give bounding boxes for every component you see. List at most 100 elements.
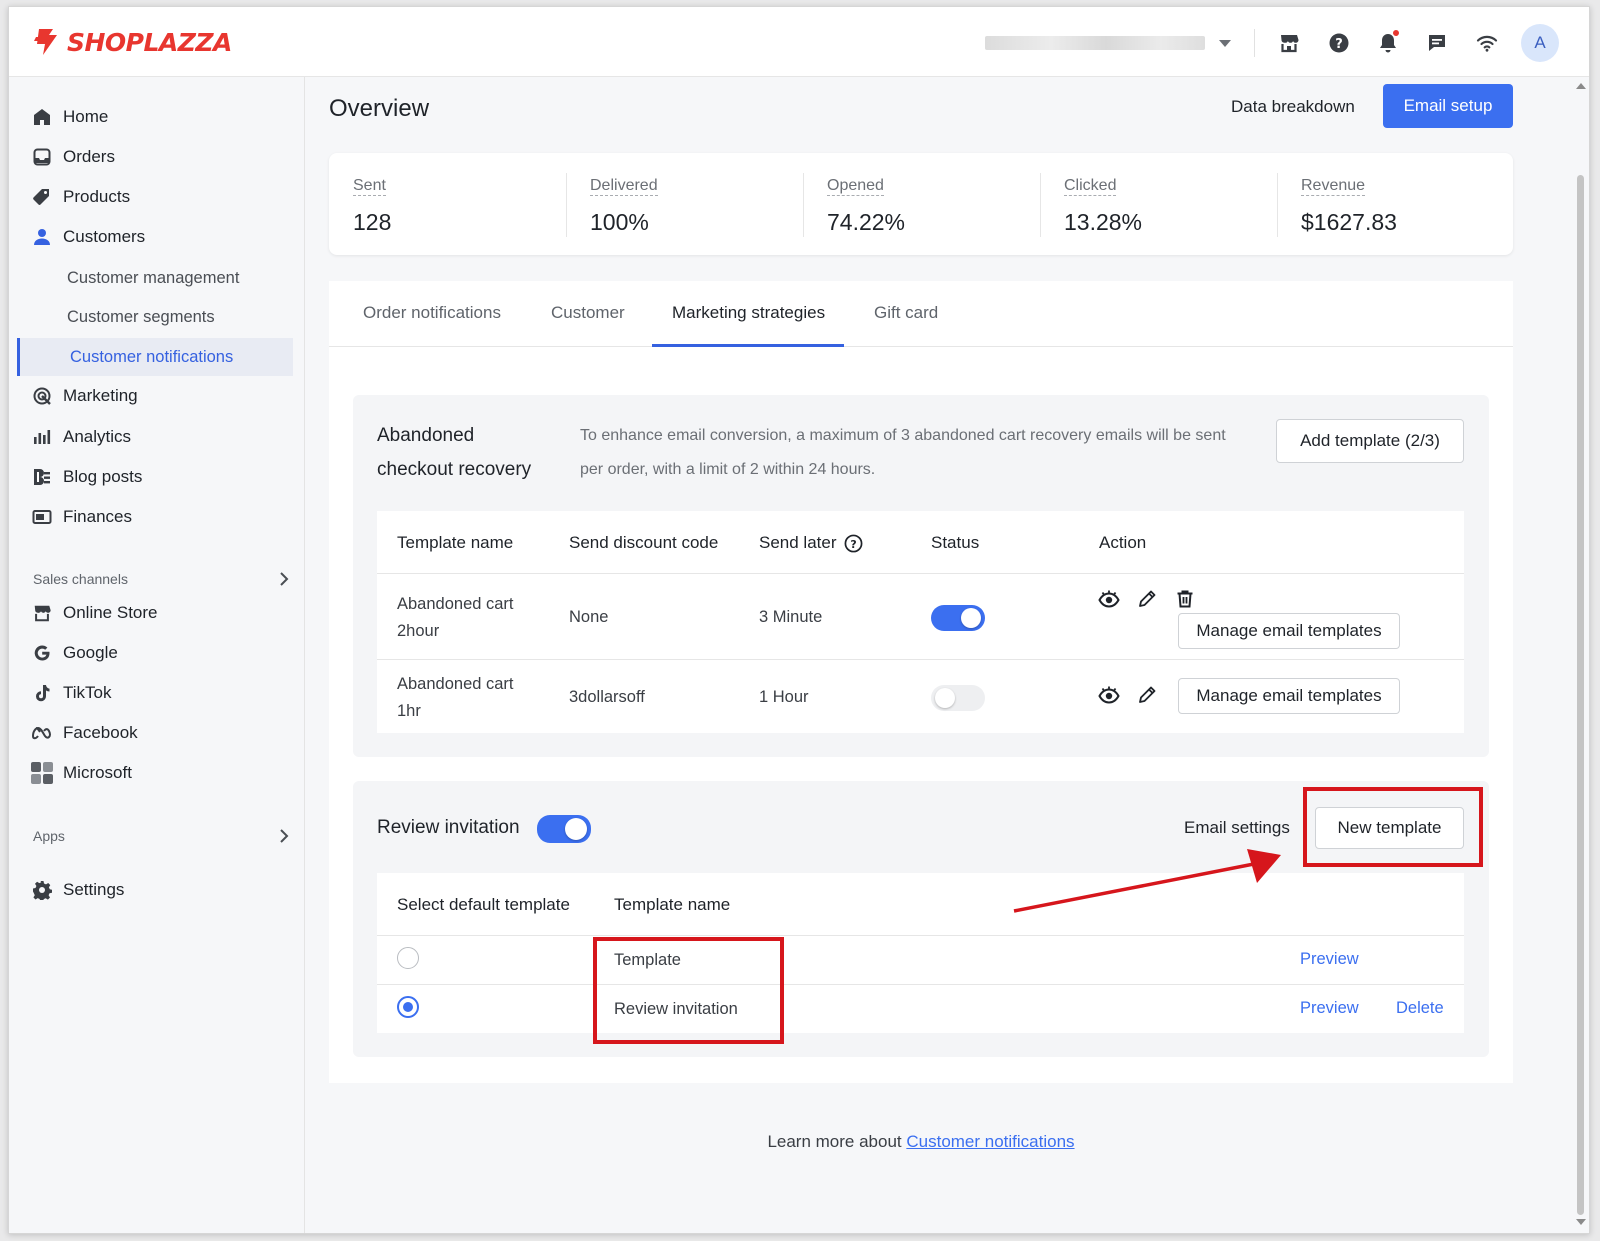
stat-label[interactable]: Delivered [590, 177, 658, 196]
tab-bar: Order notifications Customer Marketing s… [329, 281, 1513, 347]
sidebar-subitem-customer-notifications[interactable]: Customer notifications [17, 338, 293, 376]
sidebar-item-analytics[interactable]: Analytics [31, 419, 289, 455]
sidebar-item-label: Analytics [63, 427, 132, 446]
sidebar-subitem-customer-segments[interactable]: Customer segments [67, 298, 293, 336]
help-circle-icon[interactable]: ? [844, 534, 863, 553]
stat-label[interactable]: Sent [353, 177, 386, 196]
sidebar-item-facebook[interactable]: Facebook [31, 715, 289, 751]
sidebar-subitem-label: Customer notifications [70, 347, 234, 366]
preview-link[interactable]: Preview [1300, 950, 1359, 969]
store-selector[interactable] [985, 33, 1243, 53]
stat-label[interactable]: Clicked [1064, 177, 1117, 196]
shoplazza-logo-icon [34, 29, 57, 55]
column-header: Send discount code [569, 533, 719, 552]
preview-link[interactable]: Preview [1300, 999, 1359, 1018]
row-divider [377, 935, 1464, 936]
wifi-icon[interactable] [1475, 31, 1499, 55]
manage-email-templates-button[interactable]: Manage email templates [1178, 678, 1400, 714]
sidebar-item-marketing[interactable]: Marketing [31, 378, 289, 414]
user-avatar[interactable]: A [1521, 24, 1559, 62]
apps-header[interactable]: Apps [33, 824, 289, 848]
annotation-arrow-icon [1013, 849, 1281, 913]
stat-value: 100% [590, 209, 649, 235]
tab-order-notifications[interactable]: Order notifications [363, 303, 501, 323]
active-tab-indicator [652, 344, 844, 347]
tab-marketing-strategies[interactable]: Marketing strategies [672, 303, 825, 323]
data-breakdown-button[interactable]: Data breakdown [1231, 97, 1355, 117]
tab-gift-card[interactable]: Gift card [874, 303, 938, 323]
sidebar-item-label: Marketing [63, 386, 138, 405]
bell-icon[interactable] [1376, 30, 1400, 55]
sidebar-item-customers[interactable]: Customers [31, 219, 289, 255]
finances-icon [31, 506, 53, 528]
default-template-radio[interactable] [397, 947, 419, 969]
send-later-cell: 1 Hour [759, 688, 809, 706]
sidebar-item-label: Finances [63, 507, 132, 526]
stat-value: 74.22% [827, 209, 906, 235]
column-header: Status [931, 533, 980, 552]
stat-label[interactable]: Opened [827, 177, 884, 196]
sales-channels-label: Sales channels [33, 571, 128, 587]
pencil-icon[interactable] [1135, 587, 1159, 611]
stat-value: $1627.83 [1301, 209, 1397, 235]
sidebar-subitem-customer-management[interactable]: Customer management [67, 259, 293, 297]
sidebar-item-google[interactable]: Google [31, 635, 289, 671]
store-icon [31, 602, 53, 624]
default-template-radio-selected[interactable] [397, 996, 419, 1018]
sidebar-subitem-label: Customer management [67, 268, 240, 287]
row-divider [377, 659, 1464, 660]
sidebar-item-label: Products [63, 187, 131, 206]
eye-icon[interactable] [1097, 587, 1121, 611]
sidebar-item-tiktok[interactable]: TikTok [31, 675, 289, 711]
add-template-button[interactable]: Add template (2/3) [1276, 419, 1464, 463]
sidebar-item-blog-posts[interactable]: Blog posts [31, 459, 289, 495]
template-name-line: Abandoned cart [397, 675, 514, 693]
scroll-up-icon[interactable] [1576, 83, 1586, 89]
page-title: Overview [329, 95, 430, 122]
discount-code-cell: 3dollarsoff [569, 688, 645, 706]
toggle-knob [565, 818, 587, 840]
scroll-thumb[interactable] [1577, 175, 1584, 1215]
top-bar: SHOPLAZZA ? A [9, 7, 1589, 77]
sidebar-item-home[interactable]: Home [31, 99, 289, 135]
svg-text:?: ? [850, 537, 856, 550]
apps-label: Apps [33, 828, 65, 844]
status-toggle[interactable] [931, 605, 985, 631]
template-name-line: 1hr [397, 702, 421, 720]
email-setup-button[interactable]: Email setup [1383, 84, 1513, 128]
scroll-down-icon[interactable] [1576, 1219, 1586, 1225]
column-header: Template name [397, 533, 514, 552]
sidebar-item-finances[interactable]: Finances [31, 499, 289, 535]
section-title-line: Abandoned [377, 425, 475, 446]
column-header: Select default template [397, 895, 570, 914]
eye-icon[interactable] [1097, 683, 1121, 707]
app-window: SHOPLAZZA ? A Home Orders Products Custo… [8, 6, 1590, 1234]
brand-logo[interactable]: SHOPLAZZA [33, 27, 232, 57]
sidebar-item-microsoft[interactable]: Microsoft [31, 755, 289, 791]
help-icon[interactable]: ? [1327, 31, 1351, 55]
page-scrollbar[interactable] [1574, 79, 1586, 1229]
abandoned-checkout-section: Abandoned checkout recovery To enhance e… [353, 395, 1489, 757]
store-icon[interactable] [1277, 31, 1301, 55]
pencil-icon[interactable] [1135, 683, 1159, 707]
chat-icon[interactable] [1425, 31, 1449, 55]
sales-channels-header[interactable]: Sales channels [33, 567, 289, 591]
sidebar-item-products[interactable]: Products [31, 179, 289, 215]
sidebar-item-label: Microsoft [63, 763, 132, 782]
delete-link[interactable]: Delete [1396, 999, 1444, 1018]
email-settings-link[interactable]: Email settings [1184, 818, 1290, 838]
manage-email-templates-button[interactable]: Manage email templates [1178, 613, 1400, 649]
review-invitation-toggle[interactable] [537, 815, 591, 843]
tab-customer[interactable]: Customer [551, 303, 625, 323]
sidebar-item-settings[interactable]: Settings [31, 872, 289, 908]
trash-icon[interactable] [1173, 587, 1197, 611]
stat-label[interactable]: Revenue [1301, 177, 1366, 196]
customer-notifications-help-link[interactable]: Customer notifications [906, 1132, 1074, 1151]
status-toggle[interactable] [931, 685, 985, 711]
blog-icon [31, 466, 53, 488]
meta-icon [31, 722, 53, 744]
sidebar-item-orders[interactable]: Orders [31, 139, 289, 175]
stats-card: Sent 128 Delivered 100% Opened 74.22% Cl… [329, 153, 1513, 255]
sidebar-item-online-store[interactable]: Online Store [31, 595, 289, 631]
person-icon [31, 226, 53, 248]
